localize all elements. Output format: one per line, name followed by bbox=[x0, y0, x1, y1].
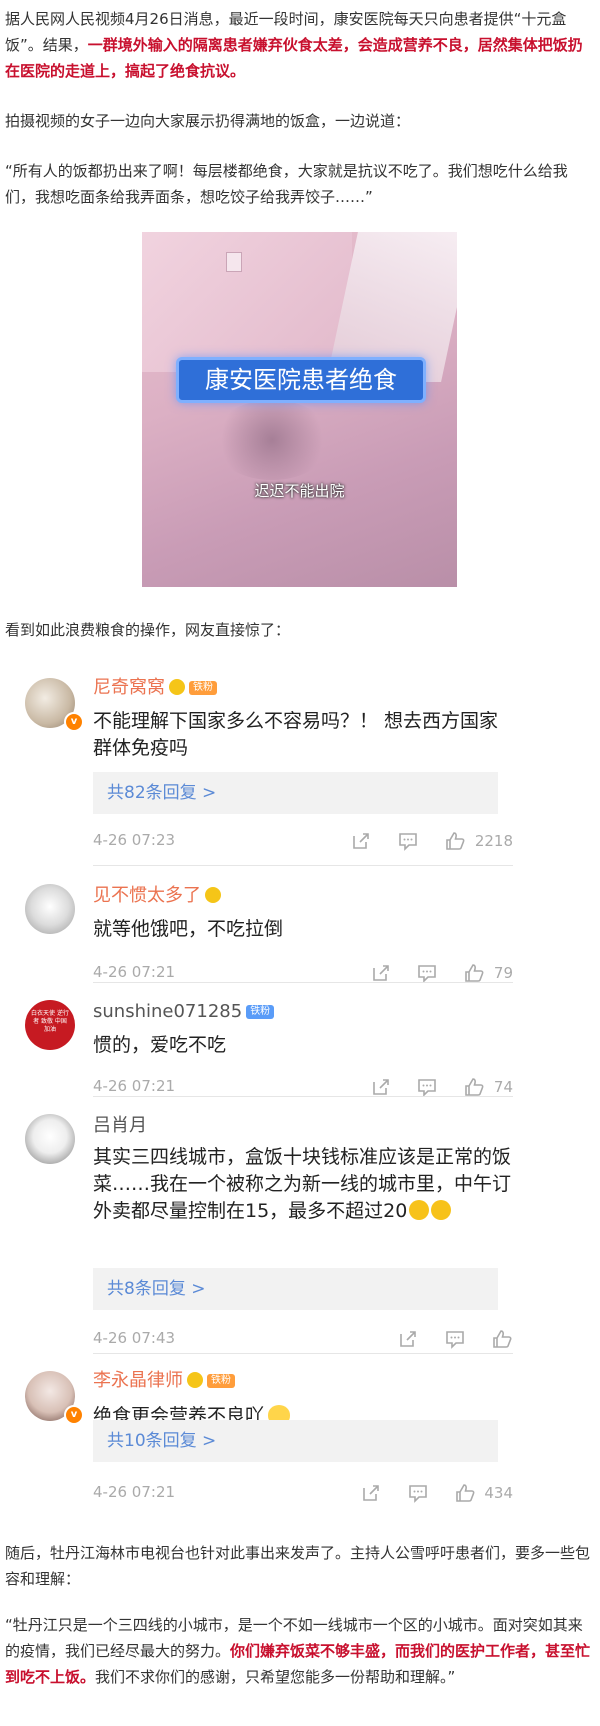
avatar[interactable] bbox=[25, 884, 75, 934]
article-paragraph-2: 拍摄视频的女子一边向大家展示扔得满地的饭盒，一边说道： bbox=[5, 112, 411, 130]
comment-meta: 4-26 07:43 bbox=[93, 1326, 513, 1350]
like-count: 74 bbox=[493, 1077, 513, 1096]
divider bbox=[93, 865, 513, 866]
article-paragraph-4: 看到如此浪费粮食的操作，网友直接惊了： bbox=[5, 621, 291, 639]
emoji-icon bbox=[169, 679, 185, 695]
comment-icon[interactable] bbox=[416, 1076, 438, 1098]
comment-actions: 74 bbox=[350, 1074, 513, 1098]
verified-badge-icon: v bbox=[64, 712, 84, 732]
comment-actions bbox=[377, 1326, 513, 1350]
share-icon[interactable] bbox=[360, 1482, 382, 1504]
like-count: 434 bbox=[484, 1483, 513, 1502]
share-icon[interactable] bbox=[397, 1328, 419, 1350]
username-text: 见不惯太多了 bbox=[93, 885, 201, 906]
fan-badge-text: 铁粉 bbox=[211, 1375, 231, 1386]
video-subtitle: 迟迟不能出院 bbox=[254, 482, 345, 500]
article-paragraph-6: “牡丹江只是一个三四线的小城市，是一个不如一线城市一个区的小城市。面对突如其来的… bbox=[5, 1612, 593, 1690]
news-video-thumbnail[interactable]: 康安医院患者绝食 迟迟不能出院 bbox=[142, 232, 457, 587]
article-paragraph-1: 据人民网人民视频4月26日消息，最近一段时间，康安医院每天只向患者提供“十元盒饭… bbox=[5, 6, 593, 84]
comment-meta: 4-26 07:21 74 bbox=[93, 1074, 513, 1098]
username-text: 李永晶律师 bbox=[93, 1370, 183, 1391]
like-icon[interactable] bbox=[463, 962, 485, 984]
comment-meta: 4-26 07:21 79 bbox=[93, 960, 513, 984]
replies-link[interactable]: 共82条回复 > bbox=[93, 772, 498, 814]
verified-badge-icon: v bbox=[64, 1405, 84, 1425]
crying-emoji-icon bbox=[409, 1200, 430, 1220]
avatar[interactable]: 白衣天使 逆行者 致敬 中国加油 bbox=[25, 1000, 75, 1050]
comment-date: 4-26 07:21 bbox=[93, 1483, 176, 1501]
comment-text: 惯的，爱吃不吃 bbox=[93, 1034, 227, 1056]
comment-text: 不能理解下国家多么不容易吗？！ 想去西方国家群体免疫吗 bbox=[93, 710, 499, 759]
comment-text: 就等他饿吧，不吃拉倒 bbox=[93, 918, 284, 940]
fan-badge: 铁粉 bbox=[207, 1374, 235, 1388]
fan-badge-text: 铁粉 bbox=[250, 1006, 271, 1017]
like-count: 2218 bbox=[474, 831, 513, 850]
replies-link[interactable]: 共8条回复 > bbox=[93, 1268, 498, 1310]
fan-badge: 铁粉 bbox=[189, 681, 217, 695]
comment-date: 4-26 07:21 bbox=[93, 963, 176, 981]
divider bbox=[93, 1096, 513, 1097]
share-icon[interactable] bbox=[370, 1076, 392, 1098]
username-text: sunshine071285 bbox=[93, 1001, 243, 1022]
emoji-icon bbox=[187, 1372, 203, 1388]
fan-badge-text: 铁粉 bbox=[193, 682, 213, 693]
emoji-icon bbox=[205, 887, 221, 903]
paragraph-1-highlight: 一群境外输入的隔离患者嫌弃伙食太差，会造成营养不良，居然集体把饭扔在医院的走道上… bbox=[5, 36, 583, 80]
username-text: 吕肖月 bbox=[93, 1115, 147, 1136]
video-bg-wall bbox=[142, 232, 352, 372]
comment-meta: 4-26 07:21 434 bbox=[93, 1480, 513, 1504]
replies-link[interactable]: 共10条回复 > bbox=[93, 1420, 498, 1462]
video-bg-switch bbox=[226, 252, 242, 272]
comment-username[interactable]: 尼奇窝窝 铁粉 bbox=[93, 676, 217, 700]
comment-username[interactable]: 见不惯太多了 bbox=[93, 884, 221, 908]
article-paragraph-3: “所有人的饭都扔出来了啊！每层楼都绝食，大家就是抗议不吃了。我们想吃什么给我们，… bbox=[5, 162, 568, 206]
comment-actions: 79 bbox=[350, 960, 513, 984]
comment-username[interactable]: sunshine071285 铁粉 bbox=[93, 1000, 275, 1024]
comment-date: 4-26 07:23 bbox=[93, 831, 176, 849]
like-icon[interactable] bbox=[454, 1482, 476, 1504]
username-text: 尼奇窝窝 bbox=[93, 677, 165, 698]
share-icon[interactable] bbox=[370, 962, 392, 984]
divider bbox=[93, 982, 513, 983]
like-icon[interactable] bbox=[491, 1328, 513, 1350]
like-count: 79 bbox=[493, 963, 513, 982]
video-bg-floor bbox=[212, 400, 332, 480]
comment-icon[interactable] bbox=[407, 1482, 429, 1504]
article-paragraph-5: 随后，牡丹江海林市电视台也针对此事出来发声了。主持人公雪呼吁患者们，要多一些包容… bbox=[5, 1544, 591, 1588]
comment-username[interactable]: 李永晶律师 铁粉 bbox=[93, 1369, 235, 1393]
comment-icon[interactable] bbox=[416, 962, 438, 984]
weibo-comments-panel: v 尼奇窝窝 铁粉 不能理解下国家多么不容易吗？！ 想去西方国家群体免疫吗 共82… bbox=[0, 660, 600, 1500]
comment-icon[interactable] bbox=[444, 1328, 466, 1350]
fan-badge: 铁粉 bbox=[246, 1005, 275, 1019]
avatar[interactable] bbox=[25, 1114, 75, 1164]
comment-date: 4-26 07:21 bbox=[93, 1077, 176, 1095]
video-banner: 康安医院患者绝食 bbox=[176, 357, 426, 403]
divider bbox=[93, 1353, 513, 1354]
like-icon[interactable] bbox=[463, 1076, 485, 1098]
comment-date: 4-26 07:43 bbox=[93, 1329, 176, 1347]
share-icon[interactable] bbox=[350, 830, 372, 852]
comment-username[interactable]: 吕肖月 bbox=[93, 1114, 147, 1138]
comment-text: 其实三四线城市，盒饭十块钱标准应该是正常的饭菜……我在一个被称之为新一线的城市里… bbox=[93, 1144, 513, 1225]
crying-emoji-icon bbox=[431, 1200, 452, 1220]
paragraph-6-text-2: 我们不求你们的感谢，只希望您能多一份帮助和理解。” bbox=[95, 1668, 456, 1686]
comment-meta: 4-26 07:23 2218 bbox=[93, 828, 513, 852]
comment-actions: 2218 bbox=[330, 828, 513, 852]
like-icon[interactable] bbox=[444, 830, 466, 852]
comment-actions: 434 bbox=[340, 1480, 513, 1504]
comment-icon[interactable] bbox=[397, 830, 419, 852]
avatar-caption: 白衣天使 逆行者 致敬 中国加油 bbox=[31, 1010, 69, 1033]
